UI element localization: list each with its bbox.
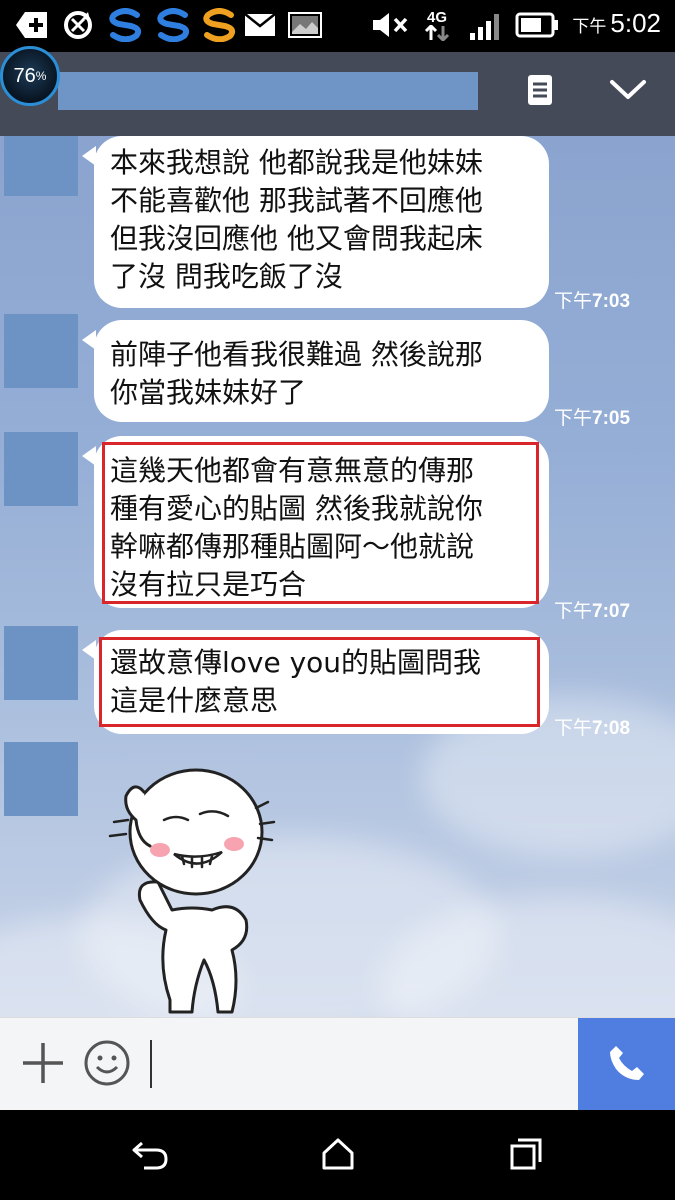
chevron-down-icon: [609, 78, 647, 106]
smiley-icon: [83, 1039, 131, 1091]
message-text: 這幾天他都會有意無意的傳那 種有愛心的貼圖 然後我就說你 幹嘛都傳那種貼圖阿～他…: [110, 454, 483, 601]
mail-icon: [243, 9, 277, 41]
message-bubble[interactable]: 本來我想說 他都說我是他妹妹 不能喜歡他 那我試著不回應他 但我沒回應他 他又會…: [82, 136, 549, 308]
message-text: 前陣子他看我很難過 然後說那 你當我妹妹好了: [110, 338, 483, 409]
chat-area[interactable]: 本來我想說 他都說我是他妹妹 不能喜歡他 那我試著不回應他 但我沒回應他 他又會…: [0, 136, 675, 1017]
message-bubble[interactable]: 前陣子他看我很難過 然後說那 你當我妹妹好了: [82, 320, 549, 422]
smug-character-sticker[interactable]: [100, 750, 290, 1017]
status-time: 下午 5:02: [572, 8, 661, 38]
emoji-button[interactable]: [82, 1040, 132, 1090]
recent-apps-button[interactable]: [504, 1134, 548, 1178]
status-bar: 4G 下午 5:02: [0, 0, 675, 52]
collapse-header-button[interactable]: [608, 72, 648, 112]
plus-icon: [20, 1040, 66, 1090]
back-button[interactable]: [128, 1134, 172, 1178]
sender-avatar[interactable]: [4, 626, 78, 700]
add-icon: [14, 9, 50, 41]
attach-button[interactable]: [18, 1040, 68, 1090]
sync-icon: [60, 9, 96, 41]
notes-icon: [527, 74, 553, 110]
phone-icon: [607, 1043, 647, 1087]
message-time: 下午7:08: [554, 718, 631, 739]
recent-apps-icon: [508, 1136, 544, 1176]
s-app-icon: [152, 8, 194, 42]
message-text: 本來我想說 他都說我是他妹妹 不能喜歡他 那我試著不回應他 但我沒回應他 他又會…: [110, 146, 483, 293]
battery-icon: [514, 9, 560, 41]
sender-avatar[interactable]: [4, 314, 78, 388]
home-icon: [320, 1137, 356, 1175]
chat-title-redacted: [58, 72, 478, 110]
system-nav-bar: [0, 1110, 675, 1200]
s-app-icon: [198, 8, 240, 42]
battery-percent-badge[interactable]: 76%: [0, 46, 60, 106]
sender-avatar[interactable]: [4, 136, 78, 196]
call-button[interactable]: [578, 1018, 675, 1111]
sender-avatar[interactable]: [4, 742, 78, 816]
back-icon: [130, 1137, 170, 1175]
message-text: 還故意傳love you的貼圖問我 這是什麼意思: [110, 646, 482, 717]
message-input-bar: [0, 1017, 675, 1111]
sender-avatar[interactable]: [4, 432, 78, 506]
message-bubble[interactable]: 還故意傳love you的貼圖問我 這是什麼意思: [82, 630, 549, 734]
message-time: 下午7:07: [554, 601, 631, 622]
message-input[interactable]: [156, 1040, 566, 1090]
message-time: 下午7:03: [554, 291, 631, 312]
home-button[interactable]: [316, 1134, 360, 1178]
s-app-icon: [104, 8, 146, 42]
chat-header: [0, 52, 675, 136]
message-time: 下午7:05: [554, 408, 631, 429]
text-cursor: [150, 1040, 152, 1088]
message-bubble[interactable]: 這幾天他都會有意無意的傳那 種有愛心的貼圖 然後我就說你 幹嘛都傳那種貼圖阿～他…: [82, 436, 549, 608]
signal-icon: [468, 9, 504, 41]
notes-button[interactable]: [520, 72, 560, 112]
network-4g-icon: 4G: [420, 9, 454, 41]
mute-icon: [370, 9, 410, 41]
image-icon: [287, 9, 323, 41]
